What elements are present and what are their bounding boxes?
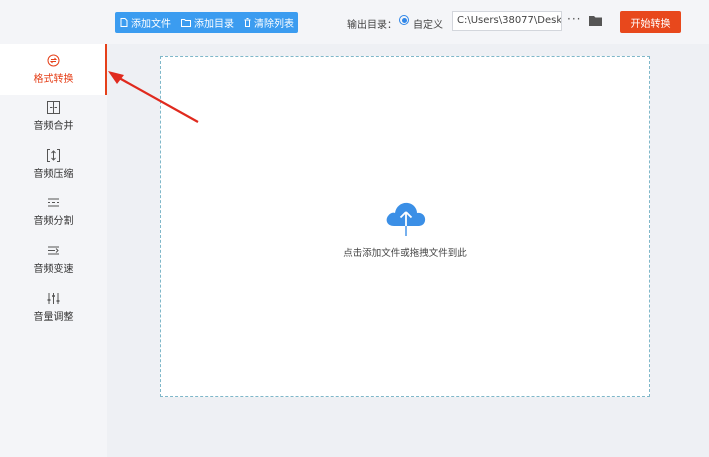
sidebar-item-label: 音频分割 xyxy=(33,216,74,227)
clear-list-label: 清除列表 xyxy=(254,19,294,30)
folder-icon xyxy=(181,18,191,27)
start-convert-button[interactable]: 开始转换 xyxy=(620,11,681,33)
sidebar-item-compress[interactable]: 音频压缩 xyxy=(0,149,107,180)
merge-icon xyxy=(47,101,60,114)
more-options-button[interactable]: ··· xyxy=(567,12,581,26)
sidebar-item-label: 音频压缩 xyxy=(33,169,74,180)
open-folder-icon[interactable] xyxy=(589,15,602,26)
drop-zone-hint: 点击添加文件或拖拽文件到此 xyxy=(343,248,467,259)
active-indicator xyxy=(105,44,107,95)
format-convert-icon xyxy=(47,54,60,67)
compress-icon xyxy=(47,149,60,162)
cloud-upload-icon xyxy=(386,202,426,236)
file-button-group: 添加文件 添加目录 清除列表 xyxy=(115,12,298,33)
top-toolbar: 添加文件 添加目录 清除列表 输出目录： 自定义 C:\Users\38077\… xyxy=(0,0,709,44)
output-directory-label: 输出目录： xyxy=(347,20,397,31)
add-folder-button[interactable]: 添加目录 xyxy=(176,12,239,33)
output-path-input[interactable]: C:\Users\38077\Desktop xyxy=(452,11,562,31)
sidebar: 格式转换 音频合并 音频压缩 音频分割 音频变速 音量调整 xyxy=(0,44,107,457)
sidebar-item-label: 音量调整 xyxy=(33,312,74,323)
volume-adjust-icon xyxy=(47,293,60,304)
speed-icon xyxy=(48,246,59,255)
custom-radio-label: 自定义 xyxy=(413,20,443,31)
start-convert-label: 开始转换 xyxy=(630,18,671,30)
add-folder-label: 添加目录 xyxy=(194,19,234,30)
sidebar-item-merge[interactable]: 音频合并 xyxy=(0,101,107,132)
sidebar-item-speed[interactable]: 音频变速 xyxy=(0,244,107,275)
sidebar-item-label: 音频合并 xyxy=(33,121,74,132)
add-file-label: 添加文件 xyxy=(131,19,171,30)
sidebar-item-volume[interactable]: 音量调整 xyxy=(0,292,107,323)
sidebar-item-split[interactable]: 音频分割 xyxy=(0,196,107,227)
split-icon xyxy=(48,198,59,207)
add-file-button[interactable]: 添加文件 xyxy=(115,12,176,33)
custom-radio[interactable] xyxy=(399,15,409,25)
sidebar-item-format-convert[interactable]: 格式转换 xyxy=(0,44,107,95)
file-icon xyxy=(120,18,128,27)
radio-dot xyxy=(401,17,407,23)
sidebar-item-label: 格式转换 xyxy=(33,74,74,85)
sidebar-item-label: 音频变速 xyxy=(33,264,74,275)
trash-icon xyxy=(244,18,251,27)
file-drop-zone[interactable]: 点击添加文件或拖拽文件到此 xyxy=(160,56,650,397)
clear-list-button[interactable]: 清除列表 xyxy=(239,12,299,33)
